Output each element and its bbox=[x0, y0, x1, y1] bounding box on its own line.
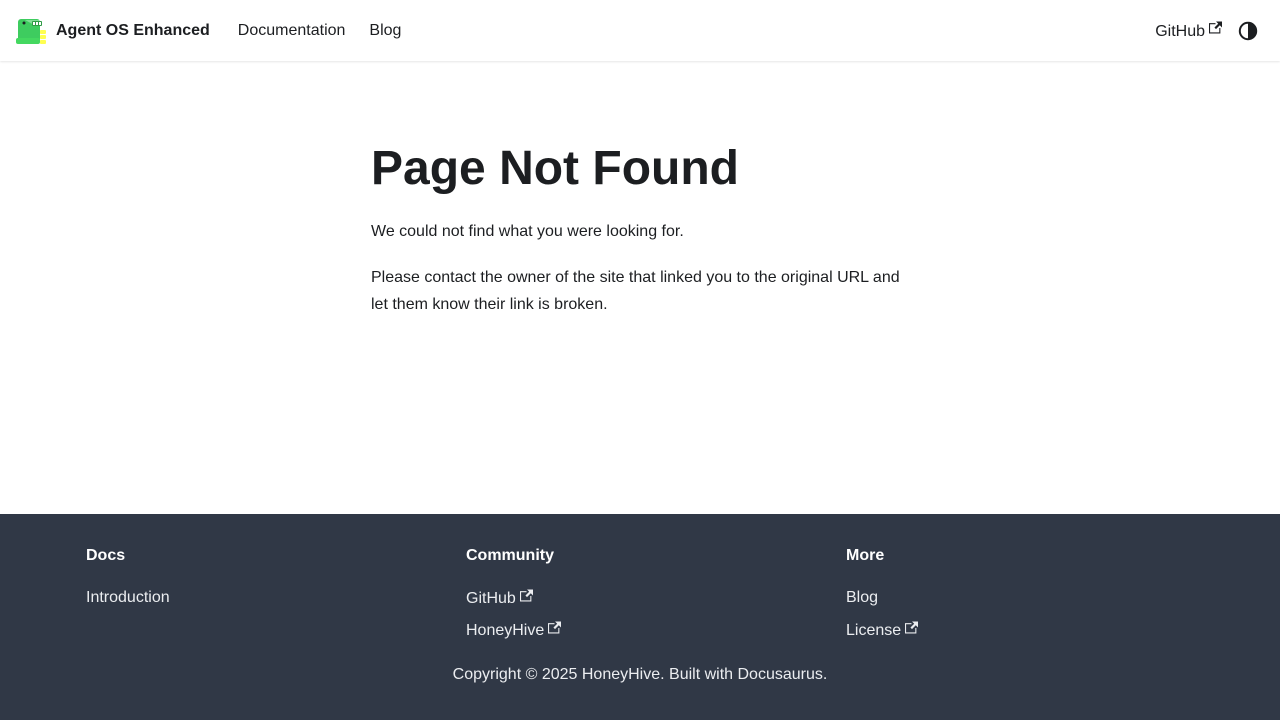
main-content: Page Not Found We could not find what yo… bbox=[371, 140, 911, 337]
contact-message: Please contact the owner of the site tha… bbox=[371, 268, 900, 313]
footer-title-community: Community bbox=[466, 547, 554, 564]
external-link-icon bbox=[905, 621, 919, 634]
footer-link-blog-label: Blog bbox=[846, 589, 879, 606]
nav-github-label: GitHub bbox=[1155, 22, 1205, 40]
footer: Docs Introduction Community GitHub Honey… bbox=[0, 514, 1280, 720]
theme-toggle-button[interactable] bbox=[1232, 15, 1264, 47]
nav-link-github[interactable]: GitHub bbox=[1143, 17, 1228, 45]
footer-title-docs: Docs bbox=[86, 547, 126, 564]
page-title: Page Not Found bbox=[371, 142, 739, 195]
theme-toggle-icon bbox=[1238, 21, 1258, 40]
footer-link-introduction-label: Introduction bbox=[86, 589, 170, 606]
external-link-icon bbox=[519, 589, 533, 602]
nav-link-blog[interactable]: Blog bbox=[357, 18, 413, 44]
footer-title-more: More bbox=[846, 547, 885, 564]
brand-title: Agent OS Enhanced bbox=[56, 21, 210, 39]
footer-link-license-label: License bbox=[846, 622, 902, 639]
footer-link-github[interactable]: GitHub bbox=[466, 589, 561, 621]
footer-link-license[interactable]: License bbox=[846, 621, 919, 653]
footer-link-github-label: GitHub bbox=[466, 590, 516, 607]
footer-copyright: Copyright © 2025 HoneyHive. Built with D… bbox=[452, 666, 828, 683]
footer-link-honeyhive-label: HoneyHive bbox=[466, 622, 545, 639]
external-link-icon bbox=[1209, 21, 1222, 33]
nav-right: GitHub bbox=[1143, 15, 1264, 47]
footer-link-blog[interactable]: Blog bbox=[846, 589, 918, 621]
not-found-message: We could not find what you were looking … bbox=[371, 222, 684, 240]
footer-column-community: Community GitHub HoneyHive bbox=[466, 547, 562, 653]
navbar: Agent OS Enhanced Documentation Blog Git… bbox=[0, 0, 1280, 61]
nav-left: Documentation Blog bbox=[226, 18, 414, 44]
nav-link-documentation[interactable]: Documentation bbox=[226, 18, 358, 44]
footer-link-honeyhive[interactable]: HoneyHive bbox=[466, 621, 562, 653]
dinosaur-logo bbox=[16, 18, 46, 44]
brand-link[interactable]: Agent OS Enhanced bbox=[16, 16, 210, 46]
external-link-icon bbox=[548, 621, 562, 634]
footer-column-more: More Blog License bbox=[846, 547, 919, 653]
footer-column-docs: Docs Introduction bbox=[86, 547, 170, 621]
footer-link-introduction[interactable]: Introduction bbox=[86, 589, 170, 621]
